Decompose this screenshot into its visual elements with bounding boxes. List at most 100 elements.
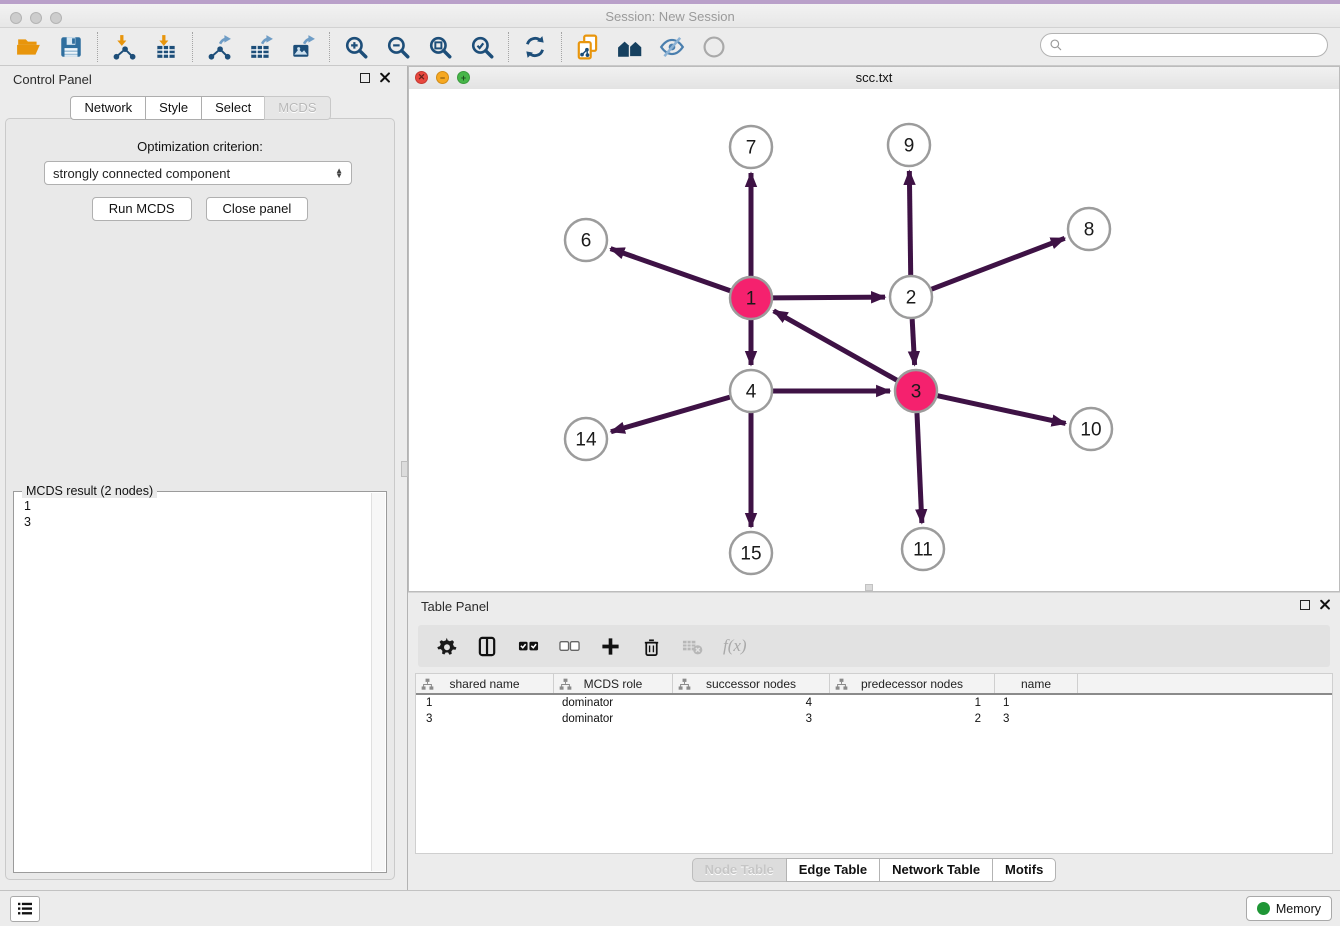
memory-button[interactable]: Memory <box>1246 896 1332 921</box>
tab-network-table[interactable]: Network Table <box>879 858 993 882</box>
copy-network-button[interactable] <box>567 30 609 64</box>
edge-2-3[interactable] <box>912 319 914 365</box>
export-table-button[interactable] <box>240 30 282 64</box>
graph-node-7[interactable]: 7 <box>730 126 772 168</box>
grid-delete-button[interactable] <box>682 636 703 657</box>
gear-button[interactable] <box>436 636 457 657</box>
function-builder-button[interactable]: f(x) <box>723 636 747 656</box>
tab-network[interactable]: Network <box>70 96 146 120</box>
trash-button[interactable] <box>641 636 662 657</box>
export-network-icon <box>206 34 232 60</box>
list-icon <box>17 902 33 916</box>
edge-3-11[interactable] <box>917 413 922 523</box>
tab-node-table[interactable]: Node Table <box>692 858 787 882</box>
refresh-button[interactable] <box>514 30 556 64</box>
graph-node-8[interactable]: 8 <box>1068 208 1110 250</box>
control-panel-title: Control Panel <box>13 72 92 87</box>
toolbar-separator <box>97 32 98 62</box>
graph-node-10[interactable]: 10 <box>1070 408 1112 450</box>
panel-splitter[interactable] <box>400 66 408 890</box>
close-panel-icon[interactable] <box>379 72 390 83</box>
column-header-MCDS-role[interactable]: MCDS role <box>554 674 673 693</box>
folder-open-button[interactable] <box>8 30 50 64</box>
toolbar-separator <box>329 32 330 62</box>
search-input[interactable] <box>1063 37 1327 53</box>
edge-1-6[interactable] <box>611 249 731 291</box>
search-box[interactable] <box>1040 33 1328 57</box>
eye-slash-button[interactable] <box>651 30 693 64</box>
result-scrollbar[interactable] <box>371 493 385 871</box>
network-view-window: ✕ − + scc.txt 7 9 6 8 1 2 4 3 14 10 15 11 <box>408 66 1340 592</box>
graph-node-6[interactable]: 6 <box>565 219 607 261</box>
trash-icon <box>641 636 662 657</box>
close-table-panel-icon[interactable] <box>1319 599 1330 610</box>
graph-node-11[interactable]: 11 <box>902 528 944 570</box>
network-canvas[interactable]: 7 9 6 8 1 2 4 3 14 10 15 11 <box>409 89 1339 591</box>
eye-slash-icon <box>659 34 685 60</box>
import-table-button[interactable] <box>145 30 187 64</box>
houses-button[interactable] <box>609 30 651 64</box>
export-network-button[interactable] <box>198 30 240 64</box>
criterion-value: strongly connected component <box>53 166 230 181</box>
float-table-panel-icon[interactable] <box>1300 600 1310 610</box>
copy-network-icon <box>575 34 601 60</box>
tab-edge-table[interactable]: Edge Table <box>786 858 880 882</box>
canvas-resize-grip[interactable] <box>865 584 873 591</box>
float-panel-icon[interactable] <box>360 73 370 83</box>
cell-MCDS-role: dominator <box>554 697 673 709</box>
graph-node-2[interactable]: 2 <box>890 276 932 318</box>
task-history-button[interactable] <box>10 896 40 922</box>
zoom-in-button[interactable] <box>335 30 377 64</box>
graph-node-3[interactable]: 3 <box>895 370 937 412</box>
column-header-predecessor-nodes[interactable]: predecessor nodes <box>830 674 995 693</box>
node-label: 2 <box>906 288 917 309</box>
unchecked-pair-button[interactable] <box>559 636 580 657</box>
edge-2-9[interactable] <box>909 171 910 275</box>
tab-mcds[interactable]: MCDS <box>264 96 330 120</box>
graph-node-4[interactable]: 4 <box>730 370 772 412</box>
edge-3-10[interactable] <box>937 396 1065 424</box>
node-table[interactable]: shared name MCDS role successor nodes prede… <box>415 673 1333 854</box>
optimization-criterion-label: Optimization criterion: <box>6 139 394 154</box>
table-row[interactable]: 3dominator323 <box>416 711 1332 727</box>
tab-motifs[interactable]: Motifs <box>992 858 1056 882</box>
column-header-name[interactable]: name <box>995 674 1078 693</box>
plus-button[interactable] <box>600 636 621 657</box>
zoom-out-button[interactable] <box>377 30 419 64</box>
table-row[interactable]: 1dominator411 <box>416 695 1332 711</box>
export-image-button[interactable] <box>282 30 324 64</box>
cell-successor-nodes: 4 <box>673 697 830 709</box>
run-mcds-button[interactable]: Run MCDS <box>92 197 192 221</box>
node-label: 1 <box>746 289 757 310</box>
control-panel: Control Panel NetworkStyleSelectMCDS Opt… <box>0 66 400 890</box>
edge-2-8[interactable] <box>932 238 1065 289</box>
edge-1-2[interactable] <box>773 297 885 298</box>
tab-style[interactable]: Style <box>145 96 202 120</box>
graph-node-15[interactable]: 15 <box>730 532 772 574</box>
close-panel-button[interactable]: Close panel <box>206 197 309 221</box>
column-label: successor nodes <box>706 677 796 691</box>
zoom-fit-button[interactable] <box>419 30 461 64</box>
column-label: shared name <box>449 677 519 691</box>
checked-pair-button[interactable] <box>518 636 539 657</box>
save-button[interactable] <box>50 30 92 64</box>
node-label: 9 <box>904 136 915 157</box>
node-label: 6 <box>581 231 592 252</box>
tab-select[interactable]: Select <box>201 96 265 120</box>
zoom-check-button[interactable] <box>461 30 503 64</box>
eye-disabled-button[interactable] <box>693 30 735 64</box>
graph-node-1[interactable]: 1 <box>730 277 772 319</box>
table-panel-title: Table Panel <box>421 599 489 614</box>
grid-delete-icon <box>682 636 703 657</box>
network-window-titlebar[interactable]: ✕ − + scc.txt <box>409 67 1339 90</box>
criterion-select[interactable]: strongly connected component ▲▼ <box>44 161 352 185</box>
edge-3-1[interactable] <box>774 311 897 380</box>
column-header-shared-name[interactable]: shared name <box>416 674 554 693</box>
houses-icon <box>617 34 643 60</box>
edge-4-14[interactable] <box>611 397 730 432</box>
import-network-button[interactable] <box>103 30 145 64</box>
graph-node-9[interactable]: 9 <box>888 124 930 166</box>
column-header-successor-nodes[interactable]: successor nodes <box>673 674 830 693</box>
columns-button[interactable] <box>477 636 498 657</box>
graph-node-14[interactable]: 14 <box>565 418 607 460</box>
